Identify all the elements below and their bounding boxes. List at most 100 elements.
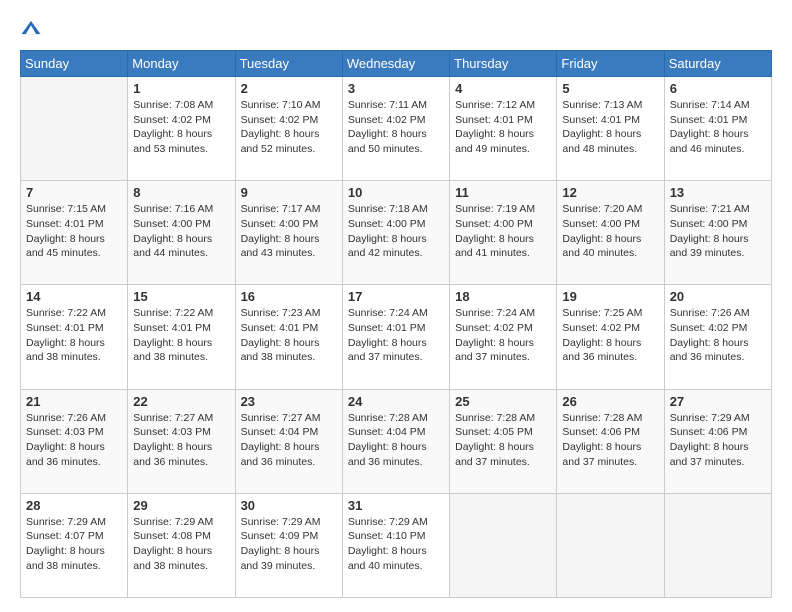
calendar-cell: 16 Sunrise: 7:23 AM Sunset: 4:01 PM Dayli… [235, 285, 342, 389]
day-number: 7 [26, 185, 122, 200]
calendar-cell: 24 Sunrise: 7:28 AM Sunset: 4:04 PM Dayli… [342, 389, 449, 493]
day-number: 20 [670, 289, 766, 304]
calendar-table: SundayMondayTuesdayWednesdayThursdayFrid… [20, 50, 772, 598]
day-info: Sunrise: 7:26 AM Sunset: 4:02 PM Dayligh… [670, 306, 766, 365]
calendar-cell: 21 Sunrise: 7:26 AM Sunset: 4:03 PM Dayli… [21, 389, 128, 493]
day-info: Sunrise: 7:29 AM Sunset: 4:10 PM Dayligh… [348, 515, 444, 574]
calendar-week-3: 14Sunrise: 7:22 AM Sunset: 4:01 PM Dayli… [21, 285, 772, 389]
calendar-cell: 27Sunrise: 7:29 AM Sunset: 4:06 PM Dayli… [664, 389, 771, 493]
calendar-cell: 22 Sunrise: 7:27 AM Sunset: 4:03 PM Dayli… [128, 389, 235, 493]
day-number: 8 [133, 185, 229, 200]
calendar-cell: 15 Sunrise: 7:22 AM Sunset: 4:01 PM Dayli… [128, 285, 235, 389]
day-number: 19 [562, 289, 658, 304]
day-info: Sunrise: 7:22 AM Sunset: 4:01 PM Dayligh… [133, 306, 229, 365]
day-number: 17 [348, 289, 444, 304]
calendar-cell: 26 Sunrise: 7:28 AM Sunset: 4:06 PM Dayli… [557, 389, 664, 493]
calendar-cell: 18 Sunrise: 7:24 AM Sunset: 4:02 PM Dayli… [450, 285, 557, 389]
calendar-cell: 8 Sunrise: 7:16 AM Sunset: 4:00 PM Daylig… [128, 181, 235, 285]
day-info: Sunrise: 7:24 AM Sunset: 4:02 PM Dayligh… [455, 306, 551, 365]
day-number: 15 [133, 289, 229, 304]
day-number: 21 [26, 394, 122, 409]
day-info: Sunrise: 7:28 AM Sunset: 4:06 PM Dayligh… [562, 411, 658, 470]
day-info: Sunrise: 7:28 AM Sunset: 4:04 PM Dayligh… [348, 411, 444, 470]
weekday-header-row: SundayMondayTuesdayWednesdayThursdayFrid… [21, 51, 772, 77]
day-number: 10 [348, 185, 444, 200]
day-number: 18 [455, 289, 551, 304]
day-number: 23 [241, 394, 337, 409]
day-number: 5 [562, 81, 658, 96]
day-number: 2 [241, 81, 337, 96]
day-number: 4 [455, 81, 551, 96]
day-number: 24 [348, 394, 444, 409]
day-info: Sunrise: 7:21 AM Sunset: 4:00 PM Dayligh… [670, 202, 766, 261]
calendar-cell: 4 Sunrise: 7:12 AM Sunset: 4:01 PM Daylig… [450, 77, 557, 181]
day-info: Sunrise: 7:23 AM Sunset: 4:01 PM Dayligh… [241, 306, 337, 365]
calendar-cell: 29 Sunrise: 7:29 AM Sunset: 4:08 PM Dayli… [128, 493, 235, 597]
day-number: 25 [455, 394, 551, 409]
day-info: Sunrise: 7:18 AM Sunset: 4:00 PM Dayligh… [348, 202, 444, 261]
logo [20, 18, 44, 40]
weekday-header-saturday: Saturday [664, 51, 771, 77]
day-number: 22 [133, 394, 229, 409]
day-info: Sunrise: 7:20 AM Sunset: 4:00 PM Dayligh… [562, 202, 658, 261]
day-number: 1 [133, 81, 229, 96]
calendar-week-4: 21 Sunrise: 7:26 AM Sunset: 4:03 PM Dayli… [21, 389, 772, 493]
calendar-cell: 14Sunrise: 7:22 AM Sunset: 4:01 PM Dayli… [21, 285, 128, 389]
day-info: Sunrise: 7:15 AM Sunset: 4:01 PM Dayligh… [26, 202, 122, 261]
calendar-cell: 19Sunrise: 7:25 AM Sunset: 4:02 PM Dayli… [557, 285, 664, 389]
weekday-header-tuesday: Tuesday [235, 51, 342, 77]
calendar-cell [664, 493, 771, 597]
day-info: Sunrise: 7:24 AM Sunset: 4:01 PM Dayligh… [348, 306, 444, 365]
day-number: 13 [670, 185, 766, 200]
calendar-cell: 3Sunrise: 7:11 AM Sunset: 4:02 PM Daylig… [342, 77, 449, 181]
day-number: 6 [670, 81, 766, 96]
calendar-cell: 30Sunrise: 7:29 AM Sunset: 4:09 PM Dayli… [235, 493, 342, 597]
calendar-cell: 17 Sunrise: 7:24 AM Sunset: 4:01 PM Dayli… [342, 285, 449, 389]
calendar-cell: 6 Sunrise: 7:14 AM Sunset: 4:01 PM Daylig… [664, 77, 771, 181]
calendar-week-1: 1Sunrise: 7:08 AM Sunset: 4:02 PM Daylig… [21, 77, 772, 181]
weekday-header-sunday: Sunday [21, 51, 128, 77]
calendar-cell: 28 Sunrise: 7:29 AM Sunset: 4:07 PM Dayli… [21, 493, 128, 597]
day-number: 3 [348, 81, 444, 96]
day-info: Sunrise: 7:16 AM Sunset: 4:00 PM Dayligh… [133, 202, 229, 261]
calendar-cell: 11Sunrise: 7:19 AM Sunset: 4:00 PM Dayli… [450, 181, 557, 285]
calendar-cell: 7 Sunrise: 7:15 AM Sunset: 4:01 PM Daylig… [21, 181, 128, 285]
calendar-cell: 25 Sunrise: 7:28 AM Sunset: 4:05 PM Dayli… [450, 389, 557, 493]
day-info: Sunrise: 7:27 AM Sunset: 4:03 PM Dayligh… [133, 411, 229, 470]
weekday-header-thursday: Thursday [450, 51, 557, 77]
page: SundayMondayTuesdayWednesdayThursdayFrid… [0, 0, 792, 612]
day-info: Sunrise: 7:14 AM Sunset: 4:01 PM Dayligh… [670, 98, 766, 157]
day-number: 29 [133, 498, 229, 513]
day-info: Sunrise: 7:29 AM Sunset: 4:08 PM Dayligh… [133, 515, 229, 574]
calendar-cell: 10 Sunrise: 7:18 AM Sunset: 4:00 PM Dayli… [342, 181, 449, 285]
day-info: Sunrise: 7:19 AM Sunset: 4:00 PM Dayligh… [455, 202, 551, 261]
day-info: Sunrise: 7:10 AM Sunset: 4:02 PM Dayligh… [241, 98, 337, 157]
day-info: Sunrise: 7:22 AM Sunset: 4:01 PM Dayligh… [26, 306, 122, 365]
calendar-cell [21, 77, 128, 181]
day-number: 28 [26, 498, 122, 513]
header [20, 18, 772, 40]
day-info: Sunrise: 7:17 AM Sunset: 4:00 PM Dayligh… [241, 202, 337, 261]
day-info: Sunrise: 7:29 AM Sunset: 4:07 PM Dayligh… [26, 515, 122, 574]
calendar-cell: 12 Sunrise: 7:20 AM Sunset: 4:00 PM Dayli… [557, 181, 664, 285]
day-info: Sunrise: 7:28 AM Sunset: 4:05 PM Dayligh… [455, 411, 551, 470]
calendar-cell: 1Sunrise: 7:08 AM Sunset: 4:02 PM Daylig… [128, 77, 235, 181]
day-number: 12 [562, 185, 658, 200]
day-info: Sunrise: 7:12 AM Sunset: 4:01 PM Dayligh… [455, 98, 551, 157]
day-number: 26 [562, 394, 658, 409]
calendar-cell: 23Sunrise: 7:27 AM Sunset: 4:04 PM Dayli… [235, 389, 342, 493]
weekday-header-friday: Friday [557, 51, 664, 77]
day-number: 31 [348, 498, 444, 513]
day-info: Sunrise: 7:29 AM Sunset: 4:06 PM Dayligh… [670, 411, 766, 470]
logo-icon [20, 18, 42, 40]
calendar-cell: 31 Sunrise: 7:29 AM Sunset: 4:10 PM Dayli… [342, 493, 449, 597]
calendar-cell: 9Sunrise: 7:17 AM Sunset: 4:00 PM Daylig… [235, 181, 342, 285]
calendar-cell: 2 Sunrise: 7:10 AM Sunset: 4:02 PM Daylig… [235, 77, 342, 181]
day-info: Sunrise: 7:13 AM Sunset: 4:01 PM Dayligh… [562, 98, 658, 157]
calendar-cell: 13 Sunrise: 7:21 AM Sunset: 4:00 PM Dayli… [664, 181, 771, 285]
calendar-cell: 20 Sunrise: 7:26 AM Sunset: 4:02 PM Dayli… [664, 285, 771, 389]
calendar-cell [557, 493, 664, 597]
weekday-header-monday: Monday [128, 51, 235, 77]
day-info: Sunrise: 7:26 AM Sunset: 4:03 PM Dayligh… [26, 411, 122, 470]
day-number: 16 [241, 289, 337, 304]
